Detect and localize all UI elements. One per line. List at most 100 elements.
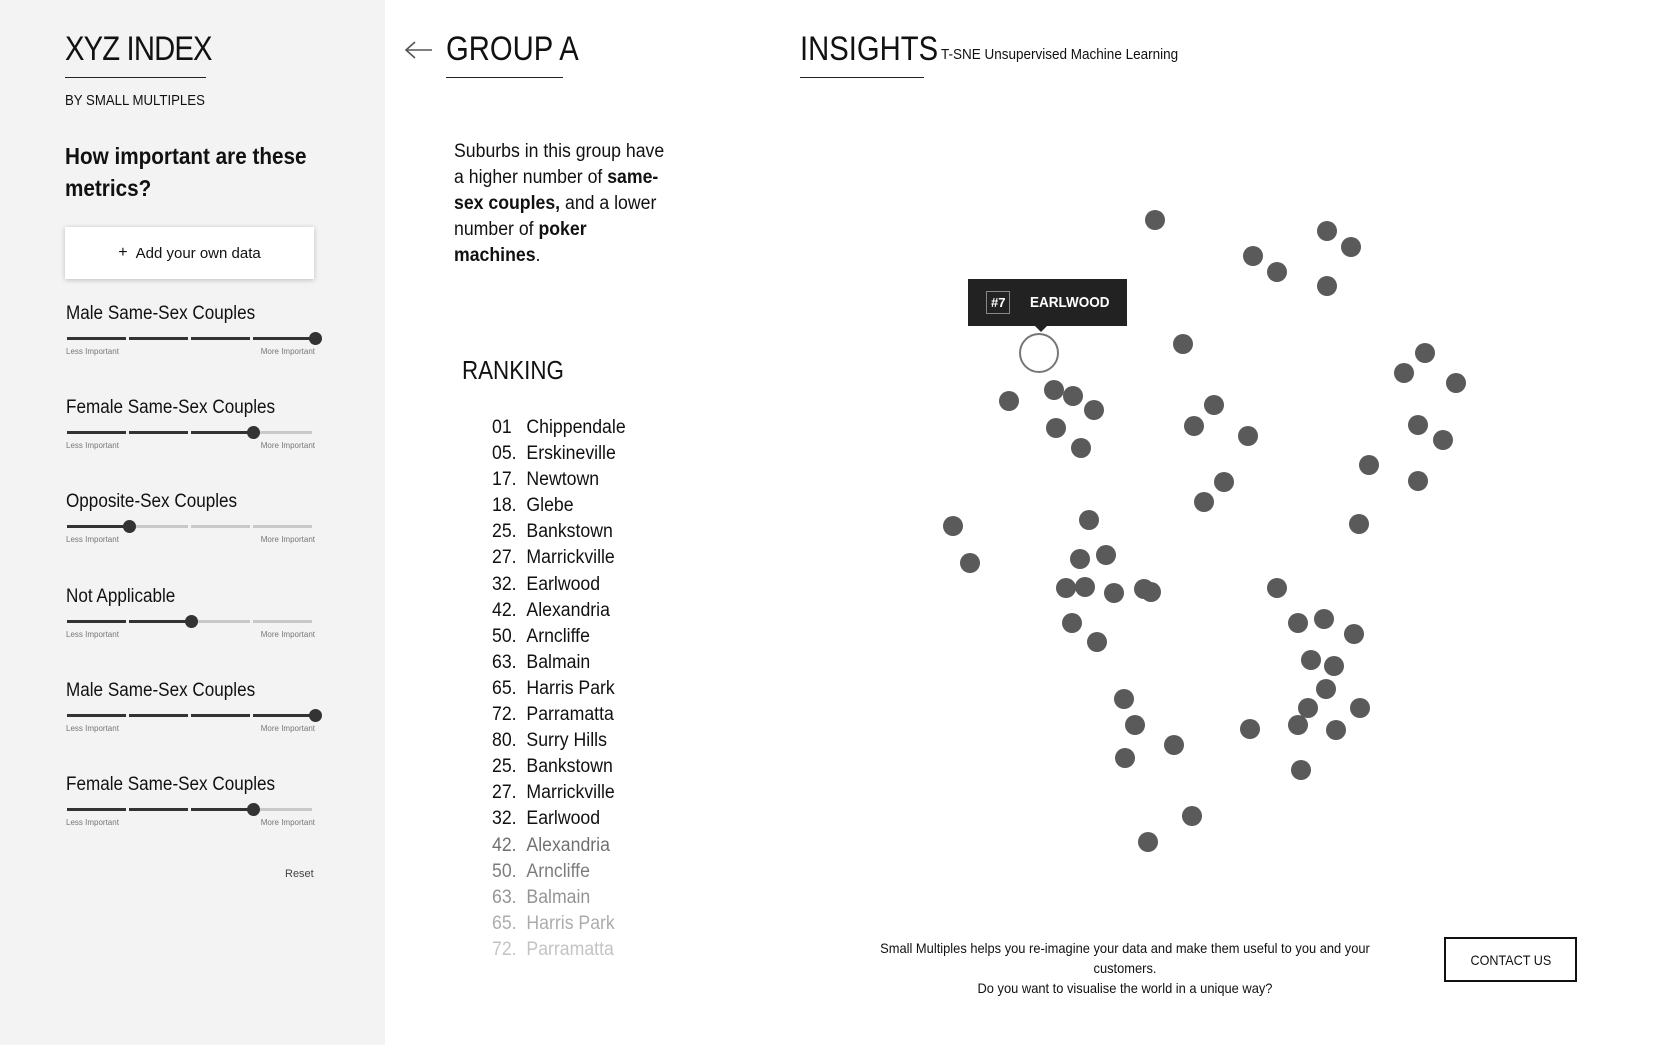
suburb-point[interactable] [1240, 719, 1260, 739]
suburb-point[interactable] [1204, 395, 1224, 415]
suburb-point[interactable] [1408, 415, 1428, 435]
arrow-left-icon[interactable] [404, 40, 434, 60]
ranking-item[interactable]: 25. Bankstown [492, 519, 678, 545]
importance-slider[interactable] [67, 709, 322, 722]
suburb-point[interactable] [1349, 514, 1369, 534]
ranking-item[interactable]: 01 Chippendale [492, 415, 678, 441]
suburb-point[interactable] [1075, 577, 1095, 597]
suburb-point[interactable] [1243, 246, 1263, 266]
suburb-point[interactable] [1446, 373, 1466, 393]
suburb-point[interactable] [1288, 715, 1308, 735]
suburb-point[interactable] [1394, 363, 1414, 383]
ranking-item[interactable]: 80. Surry Hills [492, 728, 678, 754]
suburb-point[interactable] [1267, 578, 1287, 598]
suburb-point[interactable] [1298, 698, 1318, 718]
ranking-item[interactable]: 65. Harris Park [492, 911, 678, 937]
suburb-point[interactable] [943, 516, 963, 536]
suburb-point[interactable] [1070, 549, 1090, 569]
slider-segment [67, 431, 126, 434]
importance-slider[interactable] [67, 803, 313, 816]
suburb-point[interactable] [1138, 832, 1158, 852]
suburb-point[interactable] [1267, 262, 1287, 282]
slider-knob[interactable] [123, 520, 136, 533]
suburb-point[interactable] [960, 553, 980, 573]
suburb-point[interactable] [1063, 386, 1083, 406]
suburb-point[interactable] [1125, 715, 1145, 735]
suburb-point[interactable] [1114, 689, 1134, 709]
suburb-point[interactable] [1141, 582, 1161, 602]
ranking-item[interactable]: 17. Newtown [492, 467, 678, 493]
suburb-point[interactable] [1062, 613, 1082, 633]
ranking-item[interactable]: 63. Balmain [492, 885, 678, 911]
ranking-item[interactable]: 18. Glebe [492, 493, 678, 519]
suburb-point[interactable] [1415, 343, 1435, 363]
contact-us-button[interactable]: CONTACT US [1444, 937, 1577, 982]
suburb-point[interactable] [1145, 210, 1165, 230]
suburb-point[interactable] [1056, 578, 1076, 598]
suburb-point[interactable] [1087, 632, 1107, 652]
suburb-point[interactable] [999, 391, 1019, 411]
suburb-point[interactable] [1317, 276, 1337, 296]
suburb-point[interactable] [1044, 380, 1064, 400]
reset-button[interactable]: Reset [285, 868, 314, 880]
ranking-item[interactable]: 72. Parramatta [492, 937, 678, 963]
suburb-point[interactable] [1194, 492, 1214, 512]
ranking-item[interactable]: 42. Alexandria [492, 833, 678, 859]
suburb-point[interactable] [1433, 430, 1453, 450]
ranking-item[interactable]: 65. Harris Park [492, 676, 678, 702]
importance-slider[interactable] [67, 520, 313, 533]
ranking-item[interactable]: 72. Parramatta [492, 702, 678, 728]
less-important-label: Less Important [66, 818, 119, 827]
ranking-item[interactable]: 50. Arncliffe [492, 624, 678, 650]
suburb-point[interactable] [1350, 698, 1370, 718]
ranking-item[interactable]: 63. Balmain [492, 650, 678, 676]
suburb-point[interactable] [1317, 221, 1337, 241]
ranking-item[interactable]: 27. Marrickville [492, 545, 678, 571]
suburb-point[interactable] [1096, 545, 1116, 565]
suburb-point[interactable] [1316, 679, 1336, 699]
suburb-point[interactable] [1115, 748, 1135, 768]
ranking-item[interactable]: 27. Marrickville [492, 780, 678, 806]
slider-knob[interactable] [247, 803, 260, 816]
suburb-point[interactable] [1104, 583, 1124, 603]
ranking-item[interactable]: 25. Bankstown [492, 754, 678, 780]
suburb-point[interactable] [1341, 237, 1361, 257]
suburb-point[interactable] [1173, 334, 1193, 354]
suburb-point[interactable] [1071, 438, 1091, 458]
importance-slider[interactable] [67, 332, 322, 345]
suburb-point[interactable] [1084, 400, 1104, 420]
ranking-item[interactable]: 05. Erskineville [492, 441, 678, 467]
metric-label: Male Same-Sex Couples [66, 680, 256, 701]
suburb-point[interactable] [1046, 418, 1066, 438]
importance-slider[interactable] [67, 426, 313, 439]
suburb-point[interactable] [1301, 650, 1321, 670]
suburb-point[interactable] [1408, 471, 1428, 491]
suburb-point[interactable] [1182, 806, 1202, 826]
suburb-point[interactable] [1324, 656, 1344, 676]
suburb-point[interactable] [1344, 624, 1364, 644]
suburb-point[interactable] [1288, 613, 1308, 633]
slider-knob[interactable] [309, 332, 322, 345]
highlighted-suburb-point[interactable] [1019, 333, 1059, 373]
suburb-point[interactable] [1314, 609, 1334, 629]
ranking-item[interactable]: 42. Alexandria [492, 598, 678, 624]
slider-knob[interactable] [309, 709, 322, 722]
add-data-button[interactable]: + Add your own data [65, 227, 314, 279]
brand-title[interactable]: XYZ INDEX [65, 30, 212, 69]
tooltip-rank: #7 [986, 291, 1011, 314]
rank-number: 63. [492, 886, 517, 908]
suburb-point[interactable] [1184, 416, 1204, 436]
ranking-item[interactable]: 32. Earlwood [492, 806, 678, 832]
slider-knob[interactable] [247, 426, 260, 439]
suburb-point[interactable] [1238, 426, 1258, 446]
suburb-point[interactable] [1079, 510, 1099, 530]
ranking-item[interactable]: 50. Arncliffe [492, 859, 678, 885]
suburb-point[interactable] [1326, 720, 1346, 740]
slider-knob[interactable] [185, 615, 198, 628]
importance-slider[interactable] [67, 615, 313, 628]
suburb-point[interactable] [1359, 455, 1379, 475]
suburb-point[interactable] [1164, 735, 1184, 755]
ranking-item[interactable]: 32. Earlwood [492, 572, 678, 598]
suburb-point[interactable] [1214, 472, 1234, 492]
suburb-point[interactable] [1291, 760, 1311, 780]
